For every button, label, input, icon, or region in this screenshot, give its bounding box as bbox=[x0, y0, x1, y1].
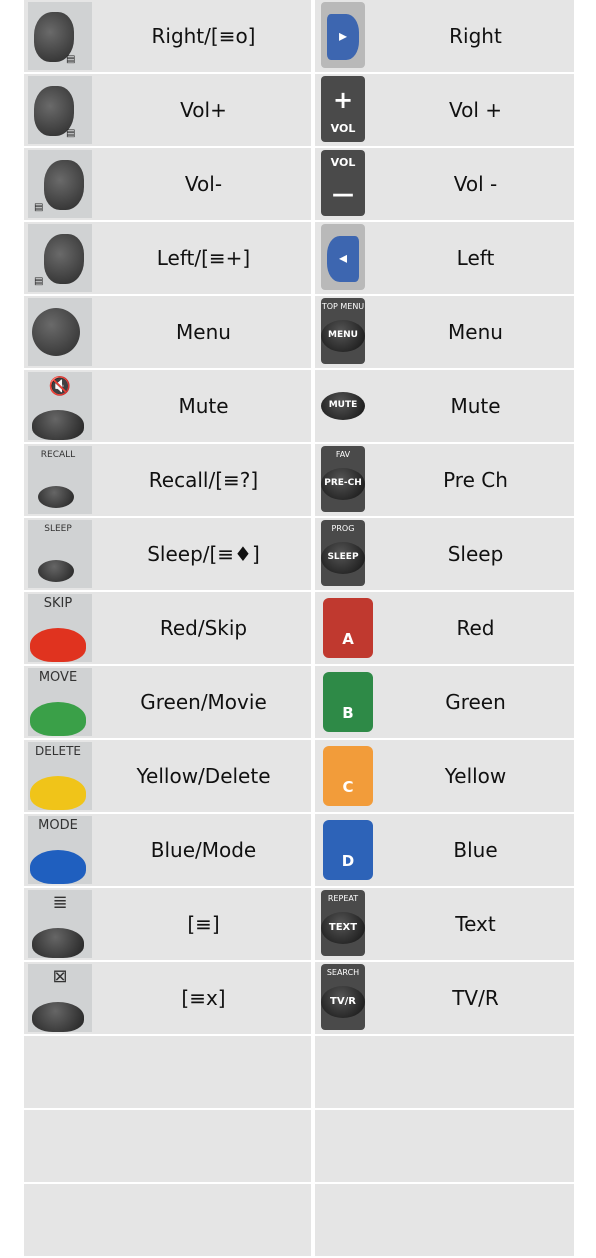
yellow-c-button-icon: C bbox=[315, 740, 377, 812]
table-cell-left: ▤ Vol+ bbox=[24, 74, 311, 146]
sleep-icon: SLEEP bbox=[24, 518, 96, 590]
right-label: Vol - bbox=[453, 172, 498, 196]
rocker-left-icon: ▤ bbox=[24, 148, 96, 220]
table-cell-right: B Green bbox=[315, 666, 574, 738]
recall-icon: RECALL bbox=[24, 444, 96, 516]
sleep-button-icon: PROG SLEEP bbox=[315, 518, 377, 590]
left-label: Yellow/Delete bbox=[136, 764, 271, 788]
table-cell-right: ◂ Left bbox=[315, 222, 574, 294]
right-label: Sleep bbox=[447, 542, 504, 566]
left-label: Recall/[≡?] bbox=[148, 468, 259, 492]
vol-minus-icon: VOL — bbox=[315, 148, 377, 220]
mute-button-icon: MUTE bbox=[315, 370, 377, 442]
prech-button-icon: FAV PRE-CH bbox=[315, 444, 377, 516]
left-label: Green/Movie bbox=[140, 690, 267, 714]
table-cell-left: ▤ Left/[≡+] bbox=[24, 222, 311, 294]
table-cell-left: 🔇 Mute bbox=[24, 370, 311, 442]
right-label: Menu bbox=[448, 320, 503, 344]
right-label: Text bbox=[455, 912, 496, 936]
rocker-left-icon: ▤ bbox=[24, 222, 96, 294]
vol-plus-icon: + VOL bbox=[315, 74, 377, 146]
right-label: Vol + bbox=[448, 98, 503, 122]
rocker-right-icon: ▤ bbox=[24, 74, 96, 146]
right-label: TV/R bbox=[452, 986, 499, 1010]
table-cell-left: SLEEP Sleep/[≡♦] bbox=[24, 518, 311, 590]
table-cell-right: TOP MENU MENU Menu bbox=[315, 296, 574, 368]
mute-icon: 🔇 bbox=[24, 370, 96, 442]
table-cell-right: A Red bbox=[315, 592, 574, 664]
remote-mapping-table: ▤ Right/[≡o] ▸ Right ▤ Vol+ + VOL Vol + … bbox=[24, 0, 574, 1258]
text-icon: ≣ bbox=[24, 888, 96, 960]
table-cell-right: PROG SLEEP Sleep bbox=[315, 518, 574, 590]
table-cell-right: VOL — Vol - bbox=[315, 148, 574, 220]
red-skip-icon: SKIP bbox=[24, 592, 96, 664]
left-label: Menu bbox=[176, 320, 231, 344]
table-cell-left: ≣ [≡] bbox=[24, 888, 311, 960]
left-label: Sleep/[≡♦] bbox=[147, 542, 260, 566]
table-cell-right: MUTE Mute bbox=[315, 370, 574, 442]
left-label: Vol+ bbox=[180, 98, 227, 122]
right-label: Right bbox=[449, 24, 502, 48]
left-label: [≡] bbox=[187, 912, 220, 936]
right-label: Blue bbox=[453, 838, 498, 862]
table-cell-empty bbox=[315, 1184, 574, 1256]
green-move-icon: MOVE bbox=[24, 666, 96, 738]
table-cell-empty bbox=[315, 1036, 574, 1108]
right-label: Green bbox=[445, 690, 506, 714]
table-cell-empty bbox=[24, 1036, 311, 1108]
left-label: Left/[≡+] bbox=[156, 246, 251, 270]
table-cell-left: ▤ Vol- bbox=[24, 148, 311, 220]
round-button-icon bbox=[24, 296, 96, 368]
table-cell-right: ▸ Right bbox=[315, 0, 574, 72]
table-cell-left: MODE Blue/Mode bbox=[24, 814, 311, 886]
table-cell-left: Menu bbox=[24, 296, 311, 368]
left-label: Blue/Mode bbox=[150, 838, 257, 862]
table-cell-left: SKIP Red/Skip bbox=[24, 592, 311, 664]
blue-right-arrow-icon: ▸ bbox=[315, 0, 377, 72]
red-a-button-icon: A bbox=[315, 592, 377, 664]
table-cell-empty bbox=[24, 1184, 311, 1256]
table-cell-left: MOVE Green/Movie bbox=[24, 666, 311, 738]
menu-button-icon: TOP MENU MENU bbox=[315, 296, 377, 368]
table-cell-right: + VOL Vol + bbox=[315, 74, 574, 146]
left-label: Red/Skip bbox=[159, 616, 248, 640]
table-cell-right: C Yellow bbox=[315, 740, 574, 812]
right-label: Pre Ch bbox=[443, 468, 508, 492]
table-cell-right: SEARCH TV/R TV/R bbox=[315, 962, 574, 1034]
right-label: Yellow bbox=[444, 764, 507, 788]
table-cell-left: RECALL Recall/[≡?] bbox=[24, 444, 311, 516]
table-cell-left: ▤ Right/[≡o] bbox=[24, 0, 311, 72]
text-button-icon: REPEAT TEXT bbox=[315, 888, 377, 960]
tvr-button-icon: SEARCH TV/R bbox=[315, 962, 377, 1034]
left-label: [≡x] bbox=[181, 986, 226, 1010]
table-cell-right: REPEAT TEXT Text bbox=[315, 888, 574, 960]
table-cell-right: D Blue bbox=[315, 814, 574, 886]
right-label: Red bbox=[456, 616, 495, 640]
left-label: Mute bbox=[178, 394, 229, 418]
blue-mode-icon: MODE bbox=[24, 814, 96, 886]
green-b-button-icon: B bbox=[315, 666, 377, 738]
table-cell-left: DELETE Yellow/Delete bbox=[24, 740, 311, 812]
text-x-icon: ⊠ bbox=[24, 962, 96, 1034]
right-label: Left bbox=[456, 246, 495, 270]
left-label: Right/[≡o] bbox=[151, 24, 256, 48]
table-cell-empty bbox=[24, 1110, 311, 1182]
blue-d-button-icon: D bbox=[315, 814, 377, 886]
table-cell-left: ⊠ [≡x] bbox=[24, 962, 311, 1034]
table-cell-empty bbox=[315, 1110, 574, 1182]
right-label: Mute bbox=[450, 394, 501, 418]
table-cell-right: FAV PRE-CH Pre Ch bbox=[315, 444, 574, 516]
rocker-right-icon: ▤ bbox=[24, 0, 96, 72]
blue-left-arrow-icon: ◂ bbox=[315, 222, 377, 294]
page-root: ▤ Right/[≡o] ▸ Right ▤ Vol+ + VOL Vol + … bbox=[0, 0, 596, 1258]
yellow-delete-icon: DELETE bbox=[24, 740, 96, 812]
left-label: Vol- bbox=[184, 172, 223, 196]
